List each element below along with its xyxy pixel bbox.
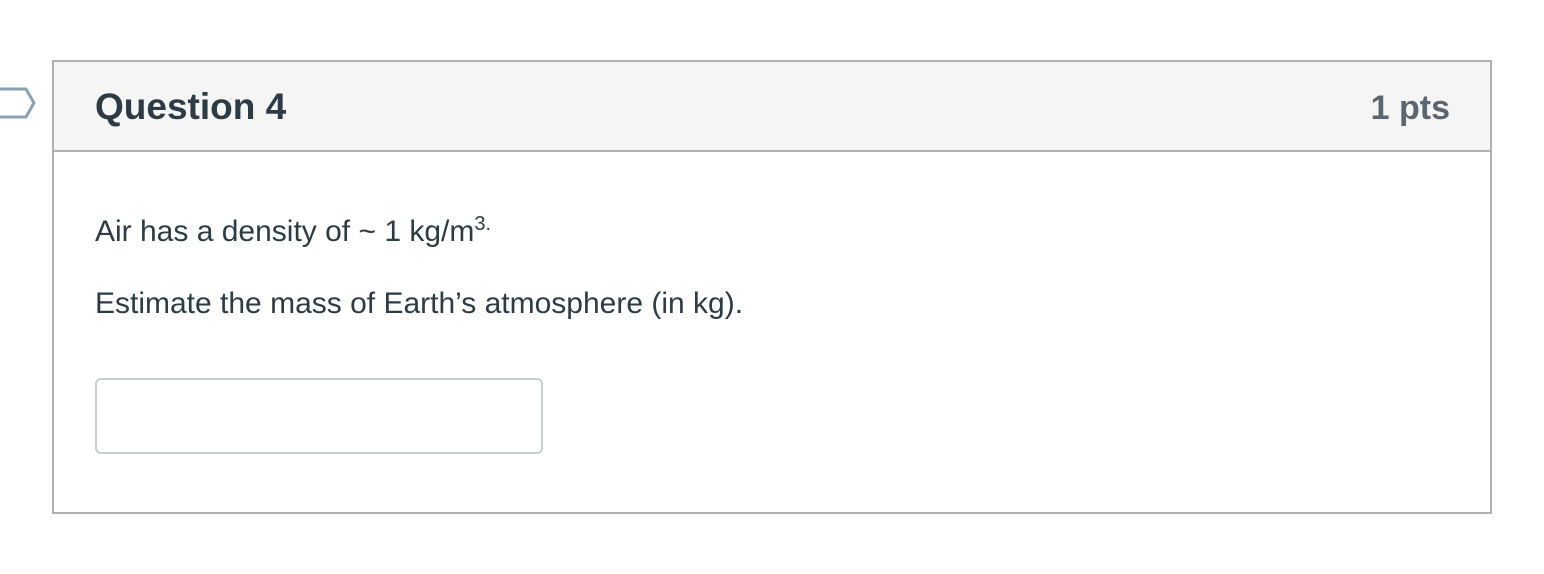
density-exponent: 3. — [474, 213, 492, 235]
question-card: Question 4 1 pts Air has a density of ~ … — [52, 60, 1492, 514]
question-prompt-density: Air has a density of ~ 1 kg/m3. — [95, 214, 491, 250]
density-text: Air has a density of ~ 1 kg/m — [95, 215, 475, 248]
question-header: Question 4 1 pts — [54, 62, 1490, 152]
question-points: 1 pts — [1370, 89, 1450, 127]
question-prompt-estimate: Estimate the mass of Earth’s atmosphere … — [95, 287, 744, 320]
answer-input[interactable] — [95, 378, 543, 454]
question-flag-icon[interactable] — [0, 86, 38, 120]
question-title: Question 4 — [95, 86, 287, 127]
